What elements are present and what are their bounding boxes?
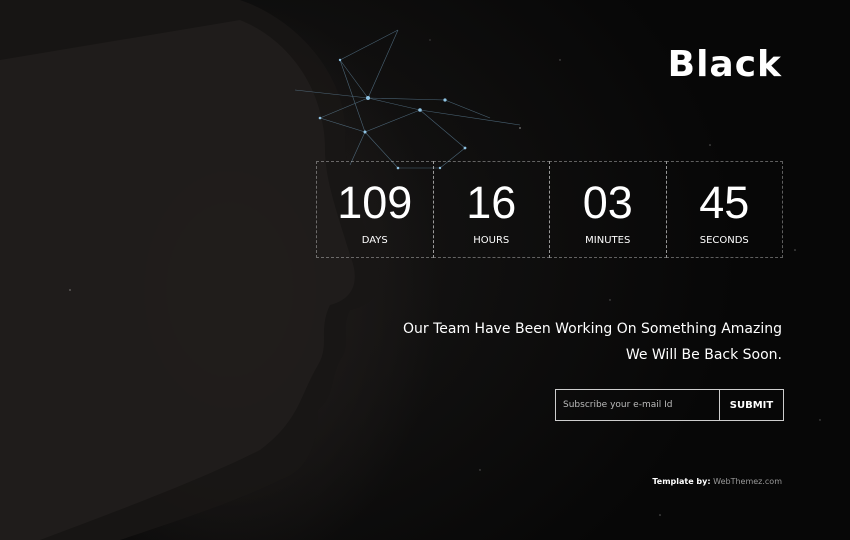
countdown-days-value: 109	[337, 177, 413, 228]
countdown-hours: 16 HOURS	[432, 161, 550, 258]
countdown-hours-label: HOURS	[473, 235, 510, 246]
submit-button[interactable]: SUBMIT	[719, 390, 783, 420]
email-field[interactable]	[556, 390, 719, 420]
countdown-days: 109 DAYS	[316, 161, 434, 258]
credit-label: Template by:	[652, 477, 711, 486]
countdown-minutes-label: MINUTES	[585, 235, 631, 246]
tagline-line-1: Our Team Have Been Working On Something …	[402, 321, 782, 337]
countdown-seconds-value: 45	[699, 177, 750, 228]
tagline: Our Team Have Been Working On Something …	[403, 316, 782, 368]
countdown-timer: 109 DAYS 16 HOURS 03 MINUTES 45 SECONDS	[316, 161, 783, 258]
countdown-seconds-label: SECONDS	[699, 235, 749, 246]
credit-link[interactable]: WebThemez.com	[713, 477, 782, 486]
countdown-minutes-value: 03	[582, 177, 633, 228]
countdown-days-label: DAYS	[361, 235, 388, 246]
subscribe-form: SUBMIT	[555, 389, 784, 421]
countdown-minutes: 03 MINUTES	[549, 161, 667, 258]
countdown-hours-value: 16	[466, 177, 517, 228]
footer-credit: Template by: WebThemez.com	[652, 477, 782, 486]
brand-logo: Black	[667, 44, 782, 85]
countdown-seconds: 45 SECONDS	[665, 161, 783, 258]
tagline-line-2: We Will Be Back Soon.	[625, 347, 782, 363]
